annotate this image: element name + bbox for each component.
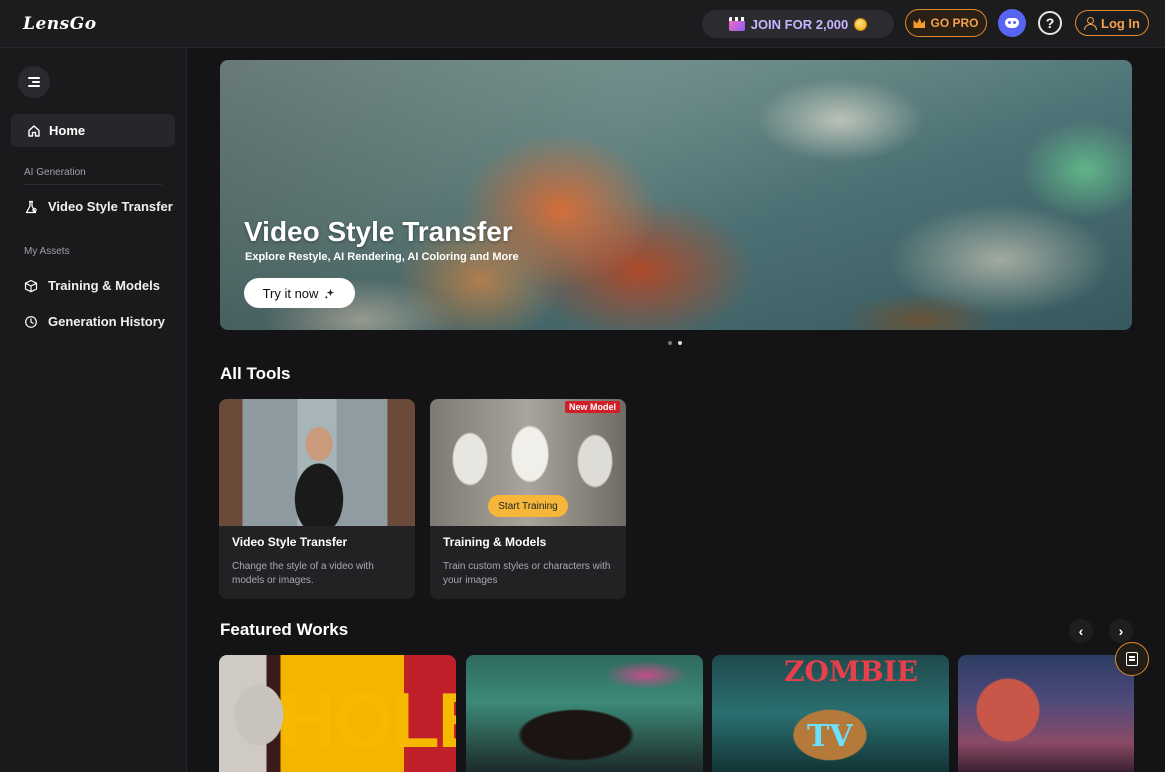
sidebar-item-training-models[interactable]: Training & Models bbox=[24, 278, 160, 293]
carousel-dot[interactable] bbox=[668, 341, 672, 345]
home-icon bbox=[28, 124, 40, 137]
discord-icon bbox=[1005, 18, 1019, 28]
section-label-my-assets: My Assets bbox=[24, 246, 70, 257]
flask-icon bbox=[25, 200, 37, 213]
sidebar-item-label: Home bbox=[49, 123, 86, 138]
hero-subtitle: Explore Restyle, AI Rendering, AI Colori… bbox=[245, 251, 519, 263]
sparkle-icon bbox=[324, 288, 335, 299]
work-artwork-text: ZOMBIE bbox=[784, 655, 918, 688]
sidebar-item-label: Generation History bbox=[48, 314, 166, 329]
next-arrow-button[interactable]: › bbox=[1109, 619, 1133, 643]
work-artwork-text: HOLE bbox=[279, 676, 456, 764]
logo[interactable]: LensGo bbox=[23, 14, 97, 34]
chevron-left-icon: ‹ bbox=[1078, 623, 1084, 639]
featured-work-card[interactable]: HOLE bbox=[219, 655, 456, 772]
tool-thumbnail bbox=[219, 399, 415, 526]
join-reward-button[interactable]: JOIN FOR 2,000 bbox=[702, 10, 894, 38]
featured-work-card[interactable] bbox=[958, 655, 1134, 772]
featured-work-card[interactable] bbox=[466, 655, 703, 772]
tool-card-training-models[interactable]: New Model Start Training Training & Mode… bbox=[430, 399, 626, 599]
section-label-ai-generation: AI Generation bbox=[24, 167, 86, 178]
featured-work-card[interactable]: ZOMBIE TV bbox=[712, 655, 949, 772]
user-icon bbox=[1084, 17, 1097, 30]
work-artwork-text: TV bbox=[807, 719, 853, 754]
tool-description: Train custom styles or characters with y… bbox=[443, 561, 611, 586]
feedback-button[interactable] bbox=[1115, 642, 1149, 676]
tool-title: Training & Models bbox=[443, 535, 547, 549]
sidebar-item-video-style-transfer[interactable]: Video Style Transfer bbox=[24, 199, 173, 214]
divider bbox=[24, 184, 162, 185]
cube-icon bbox=[24, 279, 38, 292]
top-bar: LensGo JOIN FOR 2,000 GO PRO ? Log In bbox=[0, 0, 1165, 48]
crown-icon bbox=[913, 18, 926, 28]
coin-icon bbox=[854, 17, 868, 31]
tool-title: Video Style Transfer bbox=[232, 535, 348, 549]
join-label: JOIN FOR 2,000 bbox=[750, 16, 849, 32]
tool-description: Change the style of a video with models … bbox=[232, 561, 374, 586]
new-model-badge: New Model bbox=[564, 401, 620, 413]
hero-title: Video Style Transfer bbox=[244, 216, 513, 247]
sidebar: Home AI Generation Video Style Transfer … bbox=[0, 48, 187, 772]
clapper-icon bbox=[728, 17, 745, 31]
hero-image bbox=[220, 60, 1132, 330]
start-training-button[interactable]: Start Training bbox=[488, 495, 568, 517]
chevron-right-icon: › bbox=[1118, 623, 1124, 639]
login-button[interactable]: Log In bbox=[1075, 10, 1149, 36]
sidebar-item-home[interactable]: Home bbox=[11, 114, 175, 147]
all-tools-heading: All Tools bbox=[220, 364, 291, 383]
help-icon: ? bbox=[1045, 15, 1055, 31]
help-button[interactable]: ? bbox=[1038, 11, 1062, 35]
feedback-icon bbox=[1126, 652, 1138, 666]
clock-icon bbox=[25, 315, 37, 328]
login-label: Log In bbox=[1101, 15, 1140, 31]
hero-banner[interactable]: Video Style Transfer Explore Restyle, AI… bbox=[220, 60, 1132, 330]
menu-toggle-button[interactable] bbox=[18, 66, 50, 98]
discord-button[interactable] bbox=[998, 9, 1026, 37]
try-it-now-button[interactable]: Try it now bbox=[244, 278, 355, 308]
sidebar-item-generation-history[interactable]: Generation History bbox=[24, 314, 165, 329]
menu-icon bbox=[28, 77, 40, 87]
sidebar-item-label: Training & Models bbox=[48, 278, 160, 293]
carousel-dots bbox=[668, 341, 682, 345]
sidebar-item-label: Video Style Transfer bbox=[48, 199, 173, 214]
go-pro-label: GO PRO bbox=[930, 16, 979, 30]
featured-works-heading: Featured Works bbox=[220, 620, 349, 639]
go-pro-button[interactable]: GO PRO bbox=[905, 9, 987, 37]
prev-arrow-button[interactable]: ‹ bbox=[1069, 619, 1093, 643]
tool-card-video-style-transfer[interactable]: Video Style Transfer Change the style of… bbox=[219, 399, 415, 599]
carousel-dot-active[interactable] bbox=[678, 341, 682, 345]
try-it-now-label: Try it now bbox=[262, 285, 319, 301]
